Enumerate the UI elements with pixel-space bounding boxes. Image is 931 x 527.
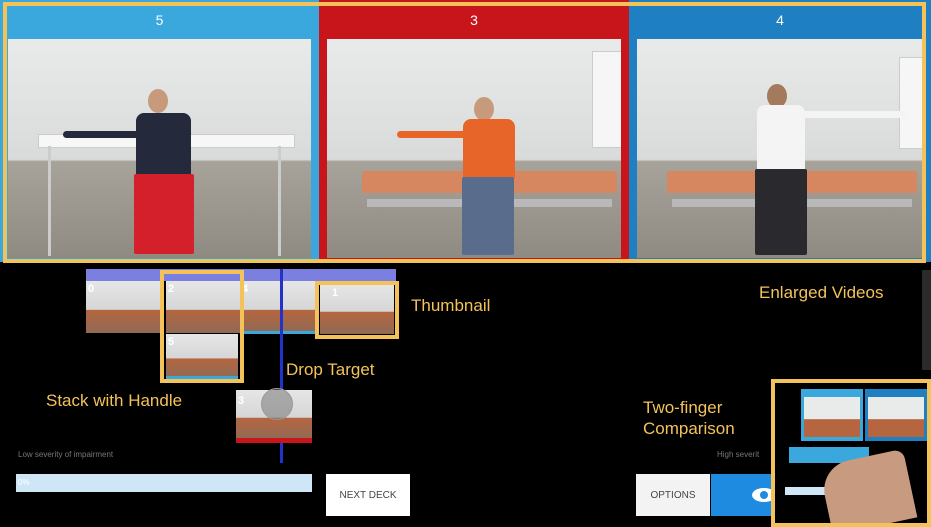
video-frame — [327, 39, 621, 258]
annotation-two-finger-line1: Two-finger — [643, 398, 723, 417]
severity-low-label: Low severity of impairment — [18, 450, 114, 459]
annotation-stack: Stack with Handle — [46, 391, 183, 410]
thumbnail-0[interactable]: 0 — [86, 281, 162, 333]
progress-label: 0% — [18, 478, 30, 487]
inset-video-left — [801, 389, 863, 441]
poster — [592, 51, 621, 148]
poster — [899, 57, 923, 149]
person-body — [463, 119, 515, 179]
panel-number: 3 — [470, 12, 478, 28]
panel-number: 4 — [776, 12, 784, 28]
thumbnail-number: 3 — [238, 395, 245, 407]
two-finger-inset — [771, 379, 931, 527]
annotation-drop-target: Drop Target — [286, 360, 375, 379]
video-frame — [637, 39, 923, 258]
annotation-two-finger: Two-finger Comparison — [643, 397, 735, 439]
thumbnail-highlight — [315, 281, 399, 339]
thumbnail-number: 0 — [88, 283, 95, 295]
options-button[interactable]: OPTIONS — [636, 474, 710, 516]
video-frame — [8, 39, 311, 258]
thumbnail-4[interactable]: 4 — [240, 281, 316, 333]
person-body — [757, 105, 805, 171]
panel-number: 5 — [155, 12, 164, 28]
severity-high-label: High severit — [717, 450, 760, 459]
video-panel-2[interactable]: 3 — [319, 0, 629, 262]
person-head — [148, 89, 168, 113]
scrollbar[interactable] — [922, 270, 931, 370]
annotation-thumbnail: Thumbnail — [411, 296, 491, 315]
person-body — [136, 113, 191, 175]
inset-video-right — [865, 389, 927, 441]
drag-handle-icon[interactable] — [261, 388, 293, 420]
annotation-enlarged: Enlarged Videos — [759, 283, 884, 302]
stack-highlight — [160, 270, 244, 383]
person-head — [474, 97, 494, 121]
video-panel-3[interactable]: 4 — [629, 0, 931, 262]
video-panel-1[interactable]: 5 — [0, 0, 319, 262]
person-legs — [755, 169, 807, 255]
next-deck-button[interactable]: NEXT DECK — [326, 474, 410, 516]
person-legs — [134, 174, 194, 254]
annotation-two-finger-line2: Comparison — [643, 419, 735, 438]
person-legs — [462, 177, 514, 255]
progress-bar: 0% — [16, 474, 312, 492]
